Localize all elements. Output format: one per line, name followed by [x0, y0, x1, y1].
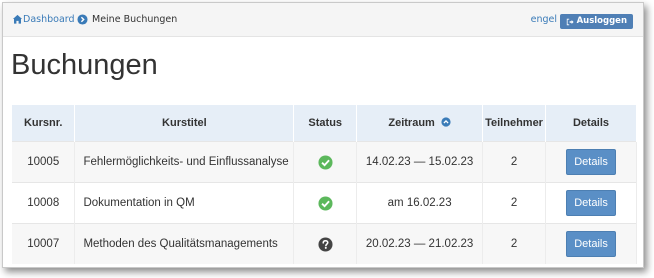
app-window: Dashboard Meine Buchungen engel Auslogge… — [2, 2, 644, 268]
user-link[interactable]: engel — [531, 13, 557, 27]
top-navbar: Dashboard Meine Buchungen engel Auslogge… — [3, 3, 643, 37]
page-title: Buchungen — [11, 49, 158, 81]
cell-status — [293, 141, 358, 183]
table-row: 10008 Dokumentation in QM am 16.02.23 2 … — [12, 182, 637, 224]
column-header-zeitraum[interactable]: Zeitraum — [356, 105, 484, 142]
table-row: 10007 Methoden des Qualitätsmanagements … — [12, 223, 637, 264]
check-circle-icon — [318, 195, 333, 211]
cell-zeitraum: 20.02.23 — 21.02.23 — [356, 223, 484, 264]
cell-status — [293, 223, 358, 264]
table-row: 10005 Fehlermöglichkeits- und Einflussan… — [12, 141, 637, 183]
details-button[interactable]: Details — [566, 190, 617, 216]
cell-zeitraum: am 16.02.23 — [356, 182, 484, 224]
logout-button[interactable]: Ausloggen — [559, 14, 633, 29]
table-header-row: Kursnr. Kurstitel Status Zeitraum Teilne… — [12, 105, 637, 142]
cell-kursnr: 10005 — [12, 141, 76, 183]
cell-kurstitel: Dokumentation in QM — [74, 182, 295, 224]
column-header-kursnr: Kursnr. — [12, 105, 76, 142]
cell-teilnehmer: 2 — [482, 223, 547, 264]
cell-details: Details — [545, 141, 637, 183]
breadcrumb-current: Meine Buchungen — [92, 14, 178, 25]
cell-status — [293, 182, 358, 224]
cell-zeitraum: 14.02.23 — 15.02.23 — [356, 141, 484, 183]
cell-details: Details — [545, 223, 637, 264]
details-button[interactable]: Details — [566, 149, 617, 175]
column-header-kurstitel: Kurstitel — [74, 105, 295, 142]
cell-kursnr: 10008 — [12, 182, 76, 224]
cell-details: Details — [545, 182, 637, 224]
breadcrumb-dashboard-link[interactable]: Dashboard — [23, 13, 75, 27]
cell-teilnehmer: 2 — [482, 141, 547, 183]
check-circle-icon — [318, 154, 333, 170]
cell-teilnehmer: 2 — [482, 182, 547, 224]
question-circle-icon — [318, 236, 333, 252]
logout-label: Ausloggen — [576, 16, 627, 26]
cell-kursnr: 10007 — [12, 223, 76, 264]
chevron-right-circle-icon — [77, 14, 88, 25]
bookings-table: Kursnr. Kurstitel Status Zeitraum Teilne… — [12, 105, 637, 264]
chevron-up-circle-icon[interactable] — [441, 117, 451, 127]
home-icon[interactable] — [12, 14, 23, 25]
column-header-zeitraum-label: Zeitraum — [388, 117, 435, 129]
details-button[interactable]: Details — [566, 231, 617, 257]
column-header-status: Status — [293, 105, 358, 142]
column-header-details: Details — [545, 105, 637, 142]
sign-out-icon — [566, 18, 574, 25]
column-header-teilnehmer: Teilnehmer — [482, 105, 547, 142]
cell-kurstitel: Fehlermöglichkeits- und Einflussanalyse — [74, 141, 295, 183]
cell-kurstitel: Methoden des Qualitätsmanagements — [74, 223, 295, 264]
